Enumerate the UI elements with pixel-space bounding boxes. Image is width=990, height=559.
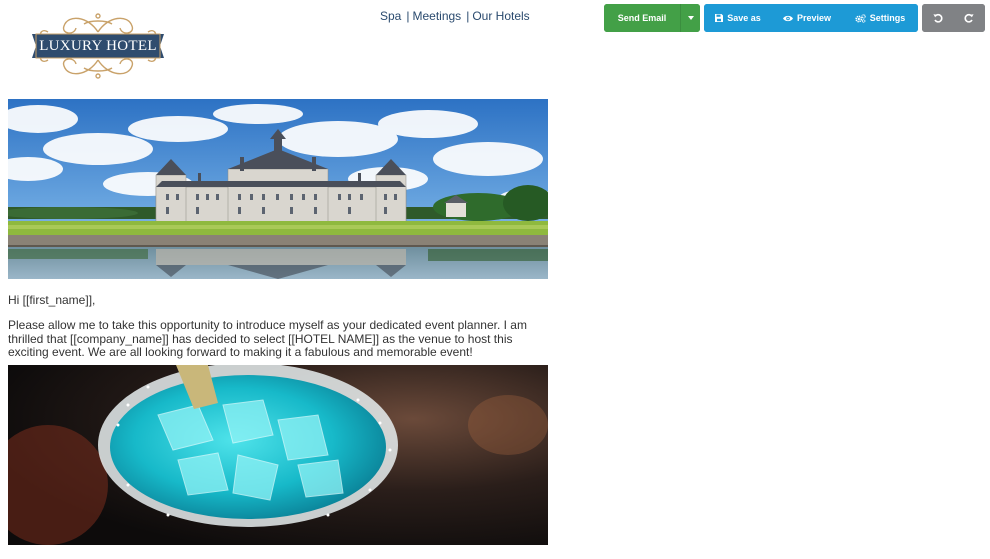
undo-icon <box>933 13 943 23</box>
gears-icon <box>855 13 866 23</box>
top-nav: Spa | Meetings | Our Hotels <box>380 9 530 23</box>
settings-label: Settings <box>869 13 906 23</box>
email-greeting: Hi [[first_name]], <box>8 293 96 307</box>
redo-icon <box>964 13 974 23</box>
settings-button[interactable]: Settings <box>842 4 918 32</box>
send-options-dropdown[interactable] <box>680 4 700 32</box>
send-email-label: Send Email <box>617 13 667 23</box>
save-as-label: Save as <box>727 13 761 23</box>
undo-button[interactable] <box>922 4 954 32</box>
send-email-group: Send Email <box>604 4 700 32</box>
email-intro-paragraph: Please allow me to take this opportunity… <box>8 318 527 359</box>
nav-link-meetings[interactable]: Meetings <box>412 9 461 23</box>
redo-button[interactable] <box>953 4 985 32</box>
cocktail-illustration <box>8 365 548 545</box>
actions-group: Save as Preview Settings <box>704 4 918 32</box>
nav-separator: | <box>406 9 410 23</box>
history-group <box>922 4 985 32</box>
hotel-logo: LUXURY HOTEL <box>28 10 168 82</box>
preview-button[interactable]: Preview <box>772 4 842 32</box>
nav-link-our-hotels[interactable]: Our Hotels <box>472 9 529 23</box>
blue-cocktail-image <box>8 365 548 545</box>
preview-label: Preview <box>796 13 832 23</box>
send-email-button[interactable]: Send Email <box>604 4 680 32</box>
nav-link-spa[interactable]: Spa <box>380 9 401 23</box>
editor-toolbar: Send Email Save as Preview Settings <box>604 4 985 32</box>
floppy-disk-icon <box>715 14 724 22</box>
eye-icon <box>782 15 793 21</box>
caret-down-icon <box>687 16 694 20</box>
chateau-illustration <box>8 99 548 279</box>
logo-text: LUXURY HOTEL <box>39 38 157 54</box>
save-as-button[interactable]: Save as <box>704 4 772 32</box>
hero-chateau-image <box>8 99 548 279</box>
nav-separator: | <box>466 9 470 23</box>
